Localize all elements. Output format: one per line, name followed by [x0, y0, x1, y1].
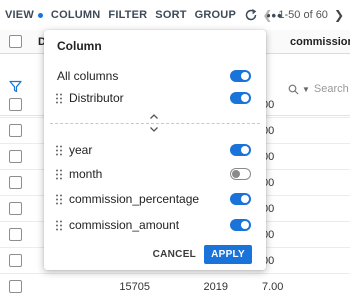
- select-all-checkbox[interactable]: [9, 35, 22, 48]
- column-chooser-popover: Column All columns Distributor year mont…: [44, 30, 266, 270]
- table-row[interactable]: 15705 2019 7.00: [0, 274, 350, 297]
- apply-button[interactable]: APPLY: [204, 245, 252, 264]
- pagination: ❮ 1-50 of 60 ❯: [256, 0, 350, 30]
- column-toggle-distributor[interactable]: [230, 92, 251, 104]
- row-checkbox[interactable]: [9, 280, 22, 293]
- column-option-label: Distributor: [69, 91, 124, 105]
- drag-handle-icon[interactable]: [55, 93, 63, 104]
- year-cell: 2019: [203, 281, 228, 293]
- column-header-commission[interactable]: commission_: [290, 36, 350, 48]
- column-option-month[interactable]: month: [44, 164, 266, 184]
- cancel-button[interactable]: CANCEL: [153, 249, 196, 260]
- commission-cell: 00: [262, 125, 275, 137]
- column-toggle-commission-percentage[interactable]: [230, 193, 251, 205]
- toggle-knob: [241, 146, 249, 154]
- popover-title: Column: [57, 39, 102, 53]
- row-checkbox[interactable]: [9, 150, 22, 163]
- view-label: VIEW: [5, 9, 34, 21]
- row-checkbox[interactable]: [9, 124, 22, 137]
- column-option-label: commission_percentage: [69, 192, 200, 206]
- commission-cell: 00: [262, 229, 275, 241]
- popover-actions: CANCEL APPLY: [153, 245, 252, 264]
- commission-cell: 00: [262, 203, 275, 215]
- filter-button[interactable]: FILTER: [108, 9, 147, 21]
- column-option-label: commission_amount: [69, 218, 180, 232]
- drag-handle-icon[interactable]: [55, 145, 63, 156]
- column-option-label: year: [69, 143, 93, 157]
- drag-handle-icon[interactable]: [55, 169, 63, 180]
- column-option-distributor[interactable]: Distributor: [44, 88, 266, 108]
- toggle-knob: [241, 94, 249, 102]
- commission-cell: 7.00: [262, 281, 284, 293]
- column-option-label: month: [69, 167, 103, 181]
- row-checkbox[interactable]: [9, 254, 22, 267]
- all-columns-label: All columns: [57, 69, 119, 83]
- view-button[interactable]: VIEW: [5, 9, 43, 21]
- commission-cell: 00: [262, 151, 275, 163]
- column-toggle-year[interactable]: [230, 144, 251, 156]
- toggle-knob: [241, 195, 249, 203]
- drag-handle-icon[interactable]: [55, 194, 63, 205]
- view-active-dot: [37, 12, 43, 18]
- toggle-knob: [241, 72, 249, 80]
- all-columns-option[interactable]: All columns: [44, 66, 266, 86]
- chevron-left-icon[interactable]: ❮: [262, 8, 272, 22]
- row-checkbox[interactable]: [9, 228, 22, 241]
- row-checkbox[interactable]: [9, 176, 22, 189]
- toolbar: VIEW COLUMN FILTER SORT GROUP ••• ❮ 1-50…: [0, 0, 350, 30]
- column-option-year[interactable]: year: [44, 140, 266, 160]
- row-checkbox[interactable]: [9, 98, 22, 111]
- commission-cell: 00: [262, 255, 275, 267]
- row-checkbox[interactable]: [9, 202, 22, 215]
- group-button[interactable]: GROUP: [195, 9, 236, 21]
- toggle-knob: [241, 221, 249, 229]
- column-toggle-commission-amount[interactable]: [230, 219, 251, 231]
- column-option-commission-amount[interactable]: commission_amount: [44, 215, 266, 235]
- column-button[interactable]: COLUMN: [51, 9, 100, 21]
- pagination-label: 1-50 of 60: [278, 9, 328, 21]
- chevron-up-down-icon[interactable]: [148, 112, 160, 134]
- toggle-knob: [232, 169, 240, 178]
- commission-cell: 00: [262, 177, 275, 189]
- id-cell: 15705: [119, 281, 150, 293]
- all-columns-toggle[interactable]: [230, 70, 251, 82]
- column-option-commission-percentage[interactable]: commission_percentage: [44, 189, 266, 209]
- sort-button[interactable]: SORT: [155, 9, 186, 21]
- commission-cell: 00: [262, 99, 275, 111]
- drag-handle-icon[interactable]: [55, 220, 63, 231]
- chevron-right-icon[interactable]: ❯: [334, 8, 344, 22]
- column-toggle-month[interactable]: [230, 168, 251, 180]
